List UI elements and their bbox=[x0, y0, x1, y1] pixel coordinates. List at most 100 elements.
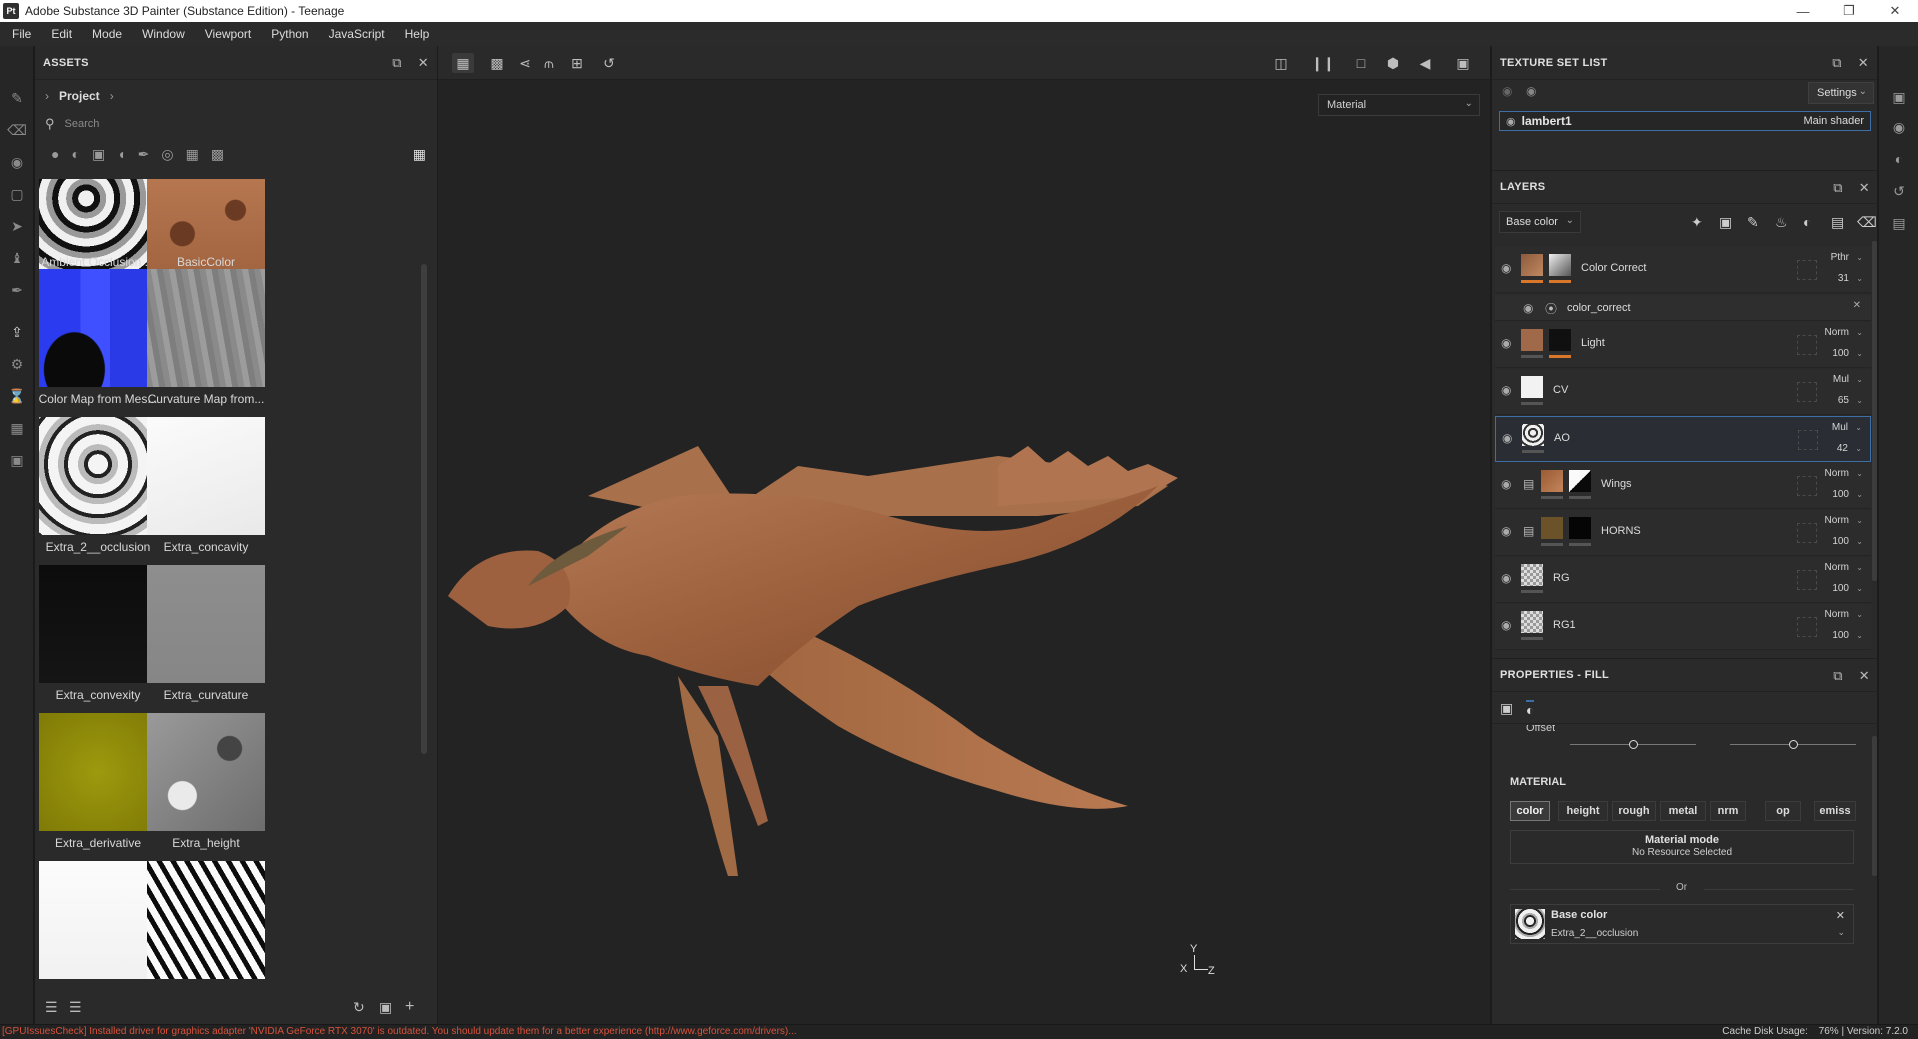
texture-set-settings-icon[interactable]: ▣ bbox=[1890, 88, 1908, 106]
layer-mask-slot[interactable] bbox=[1798, 430, 1818, 450]
visibility-eye-icon[interactable]: ◉ bbox=[1501, 383, 1511, 397]
blend-mode[interactable]: Norm bbox=[1825, 609, 1849, 620]
chevron-down-icon[interactable]: ⌄ bbox=[1856, 274, 1863, 283]
channel-button-emiss[interactable]: emiss bbox=[1814, 801, 1856, 821]
layer-opacity[interactable]: 100 bbox=[1832, 489, 1849, 500]
layer-mask-slot[interactable] bbox=[1797, 617, 1817, 637]
slider-knob[interactable] bbox=[1789, 740, 1798, 749]
menu-help[interactable]: Help bbox=[397, 27, 442, 41]
close-panel-icon[interactable]: ✕ bbox=[1858, 55, 1869, 71]
chevron-down-icon[interactable]: ⌄ bbox=[1856, 253, 1863, 262]
undock-icon[interactable]: ⧉ bbox=[392, 55, 402, 71]
status-message[interactable]: [GPUIssuesCheck] Installed driver for gr… bbox=[2, 1026, 797, 1037]
uv-icon[interactable]: ▦ bbox=[7, 418, 27, 438]
layer-opacity[interactable]: 100 bbox=[1832, 348, 1849, 359]
shader-name[interactable]: Main shader bbox=[1803, 115, 1864, 127]
chevron-down-icon[interactable]: ⌄ bbox=[1856, 490, 1863, 499]
layer-opacity[interactable]: 100 bbox=[1832, 583, 1849, 594]
add-icon[interactable]: + bbox=[405, 998, 414, 1016]
add-folder-icon[interactable]: ▤ bbox=[1831, 214, 1844, 231]
eraser-icon[interactable]: ⌫ bbox=[7, 120, 27, 140]
assets-scrollbar[interactable] bbox=[421, 264, 427, 754]
2d-view-icon[interactable]: □ bbox=[1350, 53, 1372, 73]
add-fill-layer-icon[interactable]: ♨ bbox=[1775, 214, 1788, 231]
base-color-resource[interactable]: Extra_2__occlusion bbox=[1551, 928, 1638, 939]
assets-panel-icon[interactable]: ⇪ bbox=[7, 322, 27, 342]
layer-opacity[interactable]: 100 bbox=[1832, 630, 1849, 641]
add-smart-material-icon[interactable]: ◐ bbox=[1803, 214, 1811, 230]
layer-opacity[interactable]: 31 bbox=[1838, 273, 1849, 284]
layer-row[interactable]: ◉ Color Correct Pthr ⌄ 31 ⌄ bbox=[1495, 247, 1871, 293]
visibility-eye-icon[interactable]: ◉ bbox=[1501, 618, 1511, 632]
layer-name[interactable]: RG1 bbox=[1553, 619, 1576, 631]
history-icon[interactable]: ↺ bbox=[598, 53, 620, 73]
menu-javascript[interactable]: JavaScript bbox=[321, 27, 397, 41]
chevron-down-icon[interactable]: ⌄ bbox=[1837, 927, 1845, 938]
asset-thumbnail[interactable] bbox=[147, 861, 265, 979]
channel-select[interactable]: Base color ⌄ bbox=[1499, 211, 1581, 233]
paint-brush-icon[interactable]: ✎ bbox=[7, 88, 27, 108]
display-settings-icon[interactable]: ◉ bbox=[1890, 118, 1908, 136]
chevron-right-icon[interactable]: › bbox=[45, 89, 49, 103]
undock-icon[interactable]: ⧉ bbox=[1833, 668, 1843, 684]
layer-name[interactable]: Light bbox=[1581, 337, 1605, 349]
channel-button-metal[interactable]: metal bbox=[1660, 801, 1706, 821]
close-icon[interactable]: ✕ bbox=[1872, 0, 1918, 22]
channel-button-nrm[interactable]: nrm bbox=[1710, 801, 1746, 821]
camera-icon[interactable]: ◀ bbox=[1414, 53, 1436, 73]
uv-tiles-icon[interactable]: ▩ bbox=[486, 53, 508, 73]
chevron-down-icon[interactable]: ⌄ bbox=[1855, 444, 1862, 453]
layer-mask-slot[interactable] bbox=[1797, 523, 1817, 543]
breadcrumb-project[interactable]: Project bbox=[59, 89, 100, 103]
offset-slider-2[interactable] bbox=[1730, 740, 1856, 750]
material-mode-slot[interactable]: Material mode No Resource Selected bbox=[1510, 830, 1854, 864]
shader-settings-icon[interactable]: ◐ bbox=[1890, 150, 1908, 168]
chevron-down-icon[interactable]: ⌄ bbox=[1856, 328, 1863, 337]
offset-slider-1[interactable] bbox=[1570, 740, 1696, 750]
blend-mode[interactable]: Norm bbox=[1825, 468, 1849, 479]
layer-row-selected[interactable]: ◉ AO Mul ⌄ 42 ⌄ bbox=[1495, 416, 1871, 462]
layer-name[interactable]: Wings bbox=[1601, 478, 1632, 490]
environment-filter-icon[interactable]: ▩ bbox=[211, 146, 224, 163]
layer-mask-slot[interactable] bbox=[1797, 335, 1817, 355]
maximize-icon[interactable]: ❐ bbox=[1826, 0, 1872, 22]
close-icon[interactable]: ✕ bbox=[1853, 300, 1861, 311]
chevron-down-icon[interactable]: ⌄ bbox=[1855, 423, 1862, 432]
visibility-eye-icon[interactable]: ◉ bbox=[1501, 261, 1511, 275]
menu-file[interactable]: File bbox=[4, 27, 43, 41]
chevron-right-icon[interactable]: › bbox=[110, 89, 114, 103]
procedural-filter-icon[interactable]: ◖ bbox=[117, 146, 125, 162]
3d-view-icon[interactable]: ⬢ bbox=[1382, 53, 1404, 73]
texture-filter-icon[interactable]: ▣ bbox=[92, 146, 105, 163]
visibility-eye-icon[interactable]: ◉ bbox=[1506, 115, 1516, 128]
chevron-down-icon[interactable]: ⌄ bbox=[1856, 584, 1863, 593]
close-panel-icon[interactable]: ✕ bbox=[418, 55, 429, 71]
channel-button-height[interactable]: height bbox=[1558, 801, 1608, 821]
export-icon[interactable]: ▣ bbox=[7, 450, 27, 470]
asset-thumbnail[interactable] bbox=[147, 565, 265, 683]
layer-name[interactable]: HORNS bbox=[1601, 525, 1641, 537]
asset-thumbnail[interactable] bbox=[39, 713, 157, 831]
layer-name[interactable]: Color Correct bbox=[1581, 262, 1646, 274]
projection-icon[interactable]: ◉ bbox=[7, 152, 27, 172]
symmetry-icon[interactable]: ⋖ bbox=[514, 53, 536, 73]
asset-thumbnail[interactable] bbox=[39, 861, 157, 979]
base-color-slot[interactable]: Base color Extra_2__occlusion ✕ ⌄ bbox=[1510, 904, 1854, 944]
texture-set-settings-button[interactable]: Settings ⌄ bbox=[1808, 82, 1874, 104]
layers-scrollbar[interactable] bbox=[1872, 241, 1877, 581]
texture-set-row[interactable]: ◉ lambert1 Main shader bbox=[1499, 111, 1871, 131]
asset-thumbnail[interactable] bbox=[39, 417, 157, 535]
layer-name[interactable]: RG bbox=[1553, 572, 1570, 584]
history-icon[interactable]: ↺ bbox=[1890, 182, 1908, 200]
layer-opacity[interactable]: 65 bbox=[1838, 395, 1849, 406]
asset-thumbnail[interactable] bbox=[39, 565, 157, 683]
close-icon[interactable]: ✕ bbox=[1836, 909, 1845, 922]
visibility-eye-icon[interactable]: ◉ bbox=[1501, 477, 1511, 491]
smudge-icon[interactable]: ➤ bbox=[7, 216, 27, 236]
refresh-icon[interactable]: ↻ bbox=[353, 999, 365, 1016]
menu-python[interactable]: Python bbox=[263, 27, 320, 41]
hide-all-icon[interactable]: ◉ bbox=[1502, 84, 1512, 98]
material-filter-icon[interactable]: ● bbox=[51, 146, 59, 162]
effect-name[interactable]: color_correct bbox=[1567, 302, 1631, 314]
asset-thumbnail[interactable] bbox=[147, 417, 265, 535]
